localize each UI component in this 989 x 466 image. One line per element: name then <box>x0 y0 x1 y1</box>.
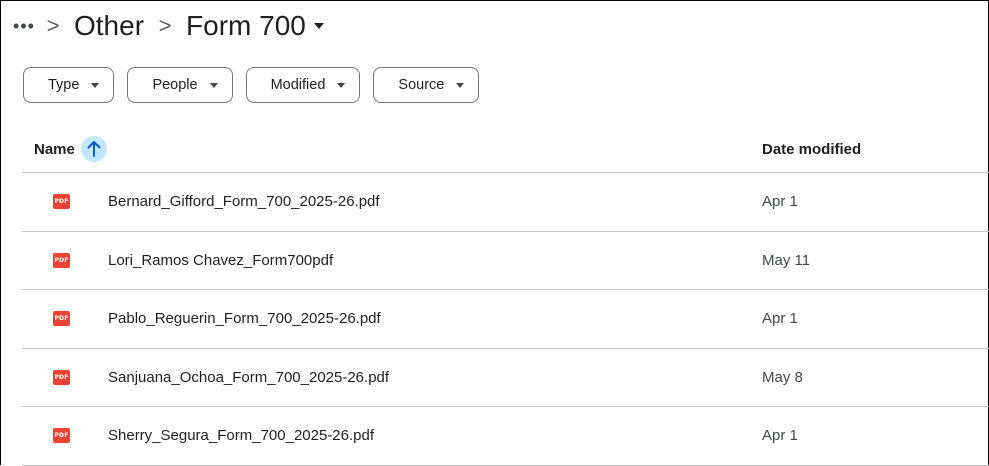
chip-label: Modified <box>270 77 326 93</box>
caret-down-icon <box>337 82 346 88</box>
chip-label: Source <box>398 77 445 93</box>
file-date-modified: Apr 1 <box>762 427 798 445</box>
breadcrumb: ••• > Other > Form 700 <box>0 0 330 52</box>
file-name: Sherry_Segura_Form_700_2025-26.pdf <box>108 427 375 445</box>
caret-down-icon <box>91 82 100 88</box>
file-date-modified: Apr 1 <box>762 193 798 211</box>
caret-down-icon <box>456 82 465 88</box>
date-modified-column-header[interactable]: Date modified <box>762 141 861 158</box>
file-name: Lori_Ramos Chavez_Form700pdf <box>108 251 334 269</box>
breadcrumb-item-other[interactable]: Other <box>68 10 150 42</box>
file-name: Sanjuana_Ochoa_Form_700_2025-26.pdf <box>108 368 390 386</box>
column-label: Name <box>34 140 75 158</box>
pdf-icon: PDF <box>53 369 70 385</box>
modified-filter-chip[interactable]: Modified <box>245 67 361 103</box>
caret-down-icon <box>209 82 218 88</box>
file-name: Bernard_Gifford_Form_700_2025-26.pdf <box>108 193 380 211</box>
pdf-icon: PDF <box>53 428 70 444</box>
breadcrumb-current-folder[interactable]: Form 700 <box>180 10 330 42</box>
source-filter-chip[interactable]: Source <box>373 67 480 103</box>
type-filter-chip[interactable]: Type <box>23 67 115 103</box>
caret-down-icon <box>313 23 324 29</box>
table-row[interactable]: PDF Pablo_Reguerin_Form_700_2025-26.pdf … <box>22 290 989 349</box>
file-date-modified: Apr 1 <box>762 310 798 328</box>
table-row[interactable]: PDF Bernard_Gifford_Form_700_2025-26.pdf… <box>22 173 989 232</box>
file-date-modified: May 11 <box>762 251 811 269</box>
table-row[interactable]: PDF Sanjuana_Ochoa_Form_700_2025-26.pdf … <box>22 349 989 407</box>
breadcrumb-separator-icon: > <box>46 13 60 38</box>
pdf-icon: PDF <box>53 252 70 268</box>
file-list: PDF Bernard_Gifford_Form_700_2025-26.pdf… <box>22 173 989 466</box>
more-path-button[interactable]: ••• <box>10 16 38 37</box>
people-filter-chip[interactable]: People <box>127 67 233 103</box>
table-row[interactable]: PDF Sherry_Segura_Form_700_2025-26.pdf A… <box>22 407 989 466</box>
arrow-up-icon <box>87 141 101 157</box>
file-date-modified: May 8 <box>762 368 803 386</box>
chip-label: People <box>152 77 198 93</box>
name-column-header[interactable]: Name <box>22 136 107 162</box>
current-folder-label: Form 700 <box>186 10 306 41</box>
sort-ascending-button[interactable] <box>80 136 107 162</box>
table-row[interactable]: PDF Lori_Ramos Chavez_Form700pdf May 11 <box>22 232 989 290</box>
breadcrumb-separator-icon: > <box>158 13 172 38</box>
pdf-icon: PDF <box>53 194 70 210</box>
file-name: Pablo_Reguerin_Form_700_2025-26.pdf <box>108 310 381 328</box>
pdf-icon: PDF <box>53 311 70 327</box>
chip-label: Type <box>48 77 80 93</box>
table-header: Name Date modified <box>22 126 989 173</box>
filter-bar: Type People Modified Source <box>23 67 480 103</box>
